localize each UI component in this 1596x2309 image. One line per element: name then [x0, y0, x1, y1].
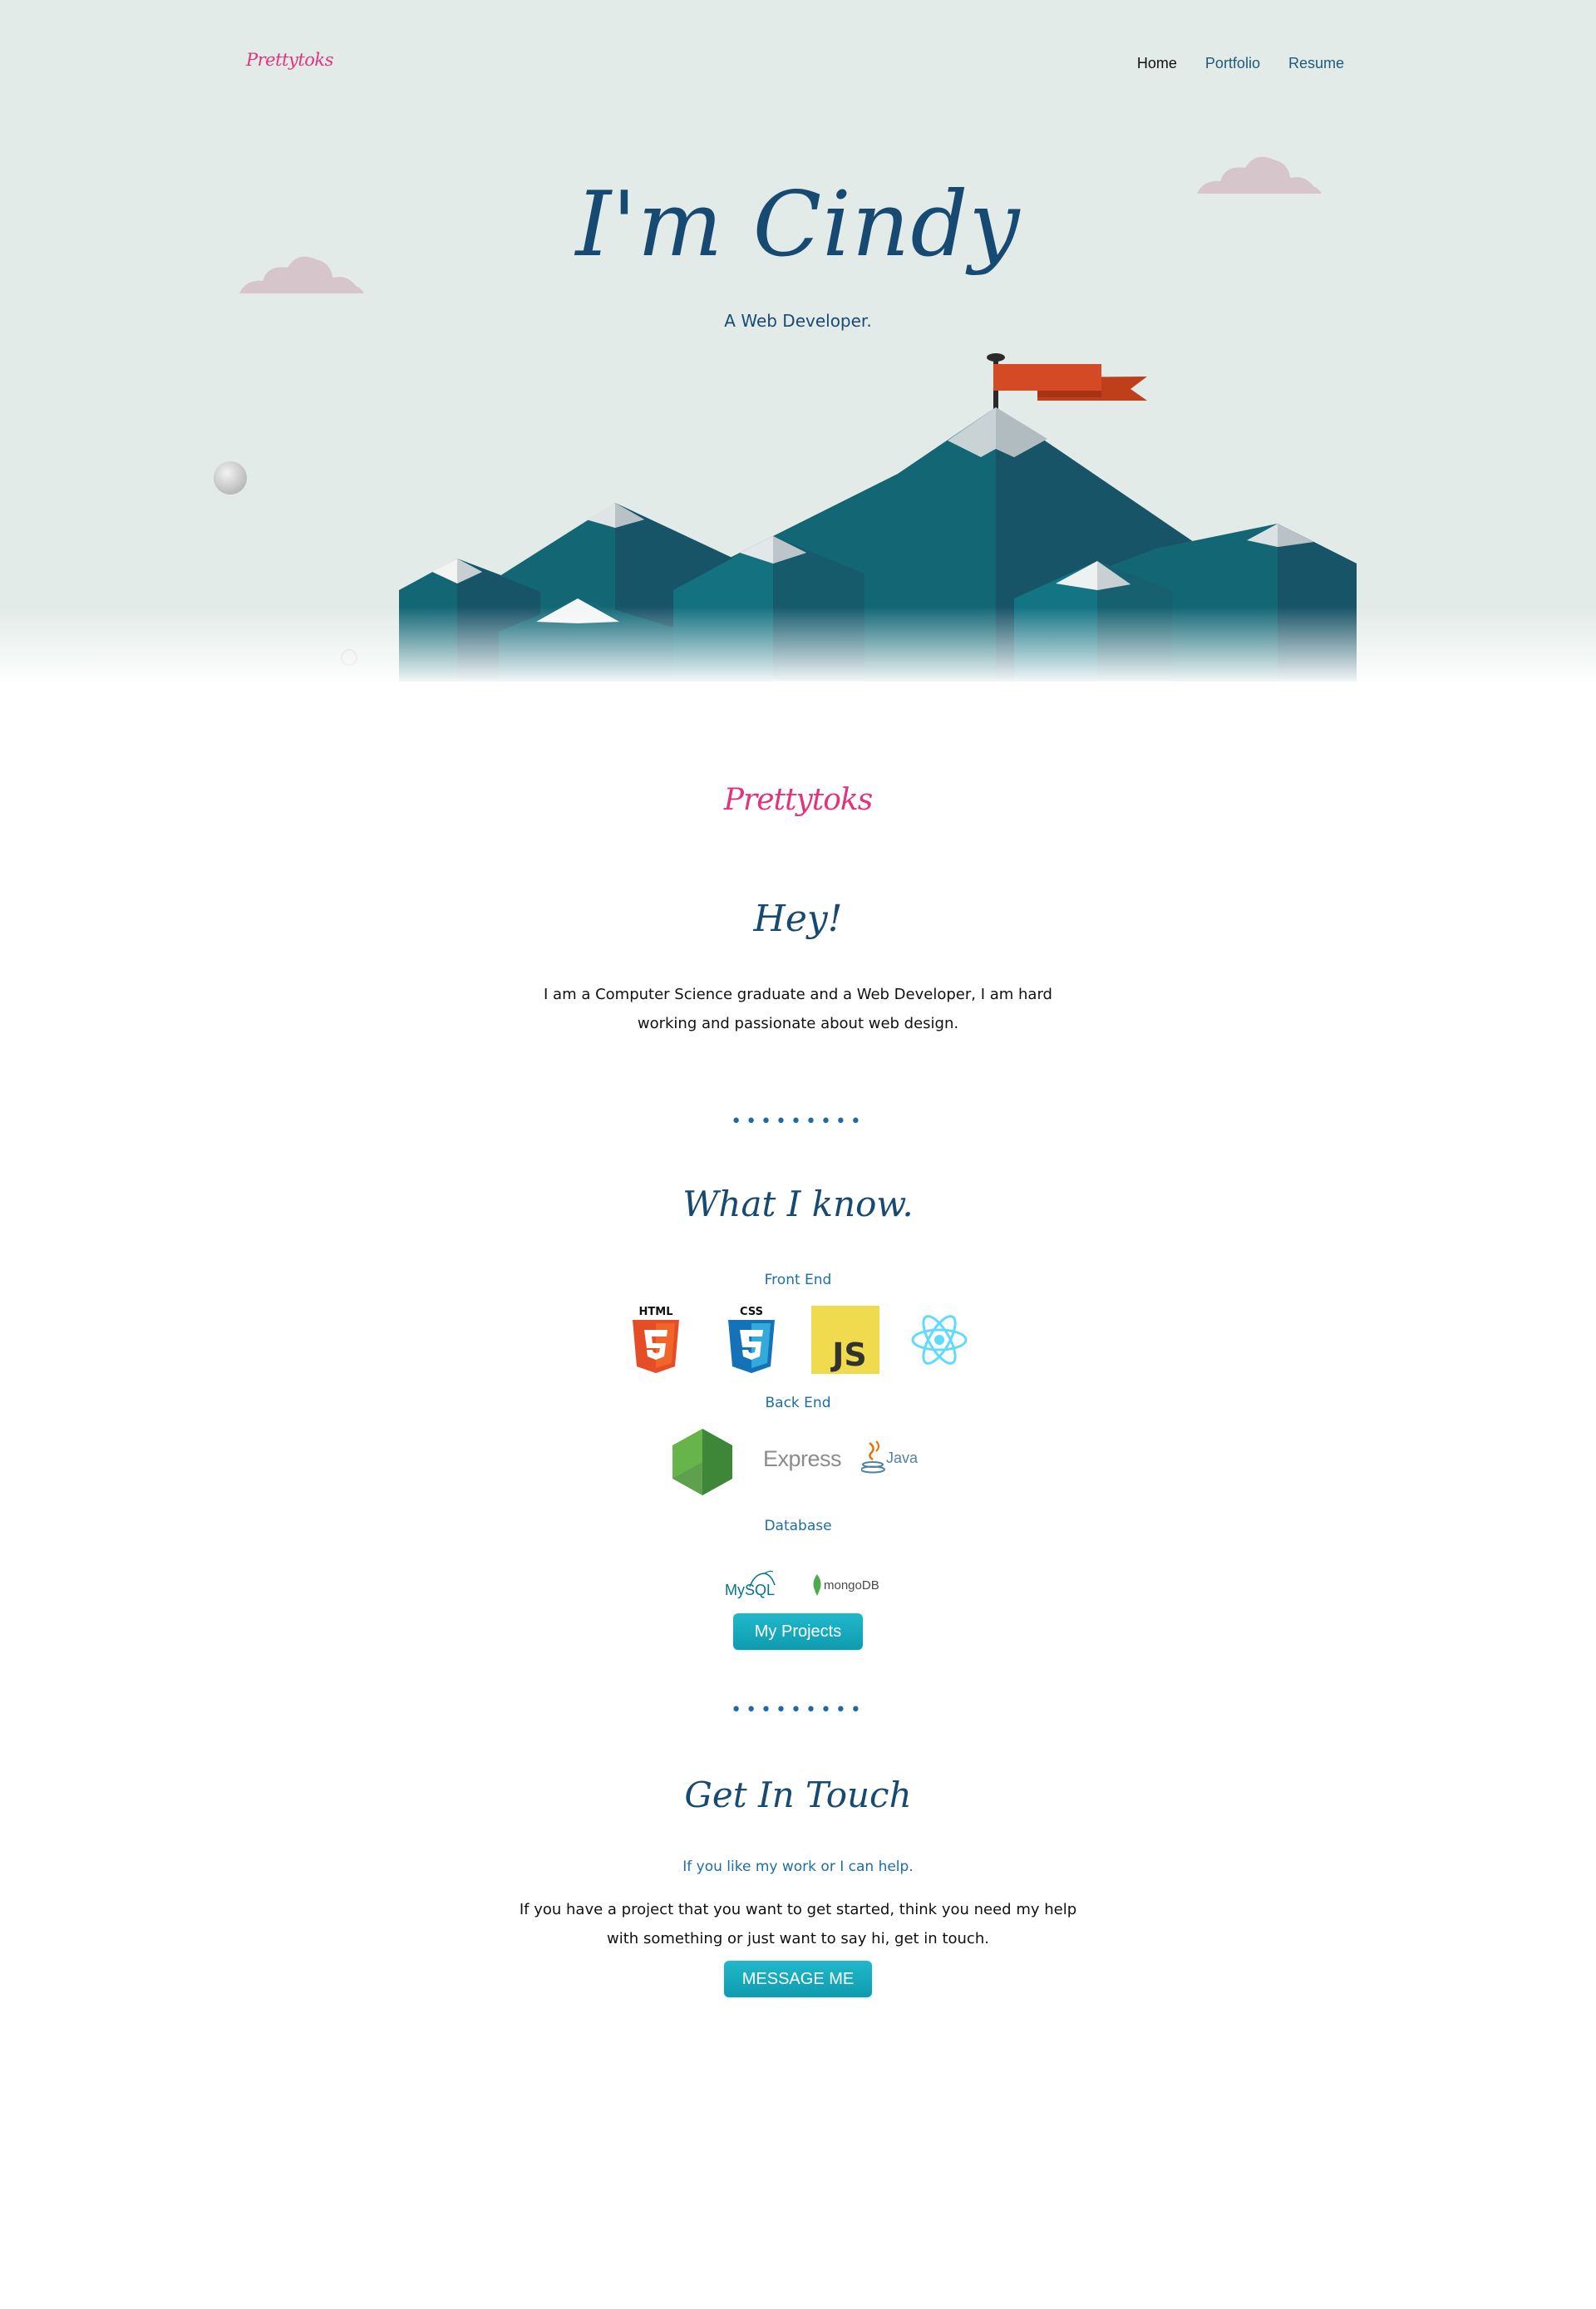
- my-projects-button[interactable]: My Projects: [733, 1613, 863, 1650]
- bubble-large-icon: [214, 461, 247, 495]
- hero-title: I'm Cindy: [575, 173, 1021, 277]
- database-label: Database: [764, 1518, 832, 1534]
- java-label: Java: [886, 1450, 919, 1466]
- hero-section: Prettytoks Home Portfolio Resume I'm Cin…: [0, 0, 1596, 686]
- contact-text-line1: If you have a project that you want to g…: [519, 1901, 1077, 1918]
- skills-heading: What I know.: [682, 1184, 914, 1224]
- header-logo[interactable]: Prettytoks: [246, 50, 333, 70]
- css3-icon: CSS: [728, 1306, 775, 1373]
- express-icon: Express: [763, 1446, 842, 1471]
- brand-logo: Prettytoks: [723, 783, 873, 817]
- section-divider: •••••••••: [731, 1111, 865, 1132]
- contact-heading: Get In Touch: [684, 1775, 912, 1815]
- javascript-icon: JS: [811, 1306, 879, 1374]
- front-end-label: Front End: [764, 1272, 832, 1288]
- html5-icon: HTML: [633, 1306, 679, 1373]
- message-me-button[interactable]: MESSAGE ME: [724, 1961, 872, 1997]
- nav-portfolio-link[interactable]: Portfolio: [1205, 55, 1260, 72]
- about-text-line2: working and passionate about web design.: [637, 1015, 959, 1032]
- nodejs-icon: [672, 1429, 732, 1495]
- section-divider-2: •••••••••: [731, 1700, 865, 1721]
- back-end-label: Back End: [765, 1395, 831, 1411]
- nav-home-link[interactable]: Home: [1137, 55, 1177, 72]
- about-heading: Hey!: [753, 898, 843, 940]
- main-nav: Home Portfolio Resume: [1137, 55, 1344, 72]
- react-icon: [911, 1315, 968, 1365]
- mongodb-icon: [813, 1574, 821, 1596]
- svg-text:JS: JS: [830, 1337, 867, 1373]
- hero-fade: [0, 607, 1596, 686]
- java-icon: [861, 1440, 885, 1474]
- mysql-label: MySQL: [725, 1582, 776, 1598]
- svg-text:HTML: HTML: [639, 1306, 673, 1318]
- svg-text:CSS: CSS: [740, 1306, 763, 1318]
- hero-subtitle: A Web Developer.: [724, 311, 872, 331]
- nav-resume-link[interactable]: Resume: [1288, 55, 1344, 72]
- mongodb-label: mongoDB: [824, 1578, 879, 1593]
- contact-text-line2: with something or just want to say hi, g…: [607, 1930, 989, 1947]
- about-text-line1: I am a Computer Science graduate and a W…: [544, 986, 1052, 1003]
- contact-subheading: If you like my work or I can help.: [682, 1859, 914, 1875]
